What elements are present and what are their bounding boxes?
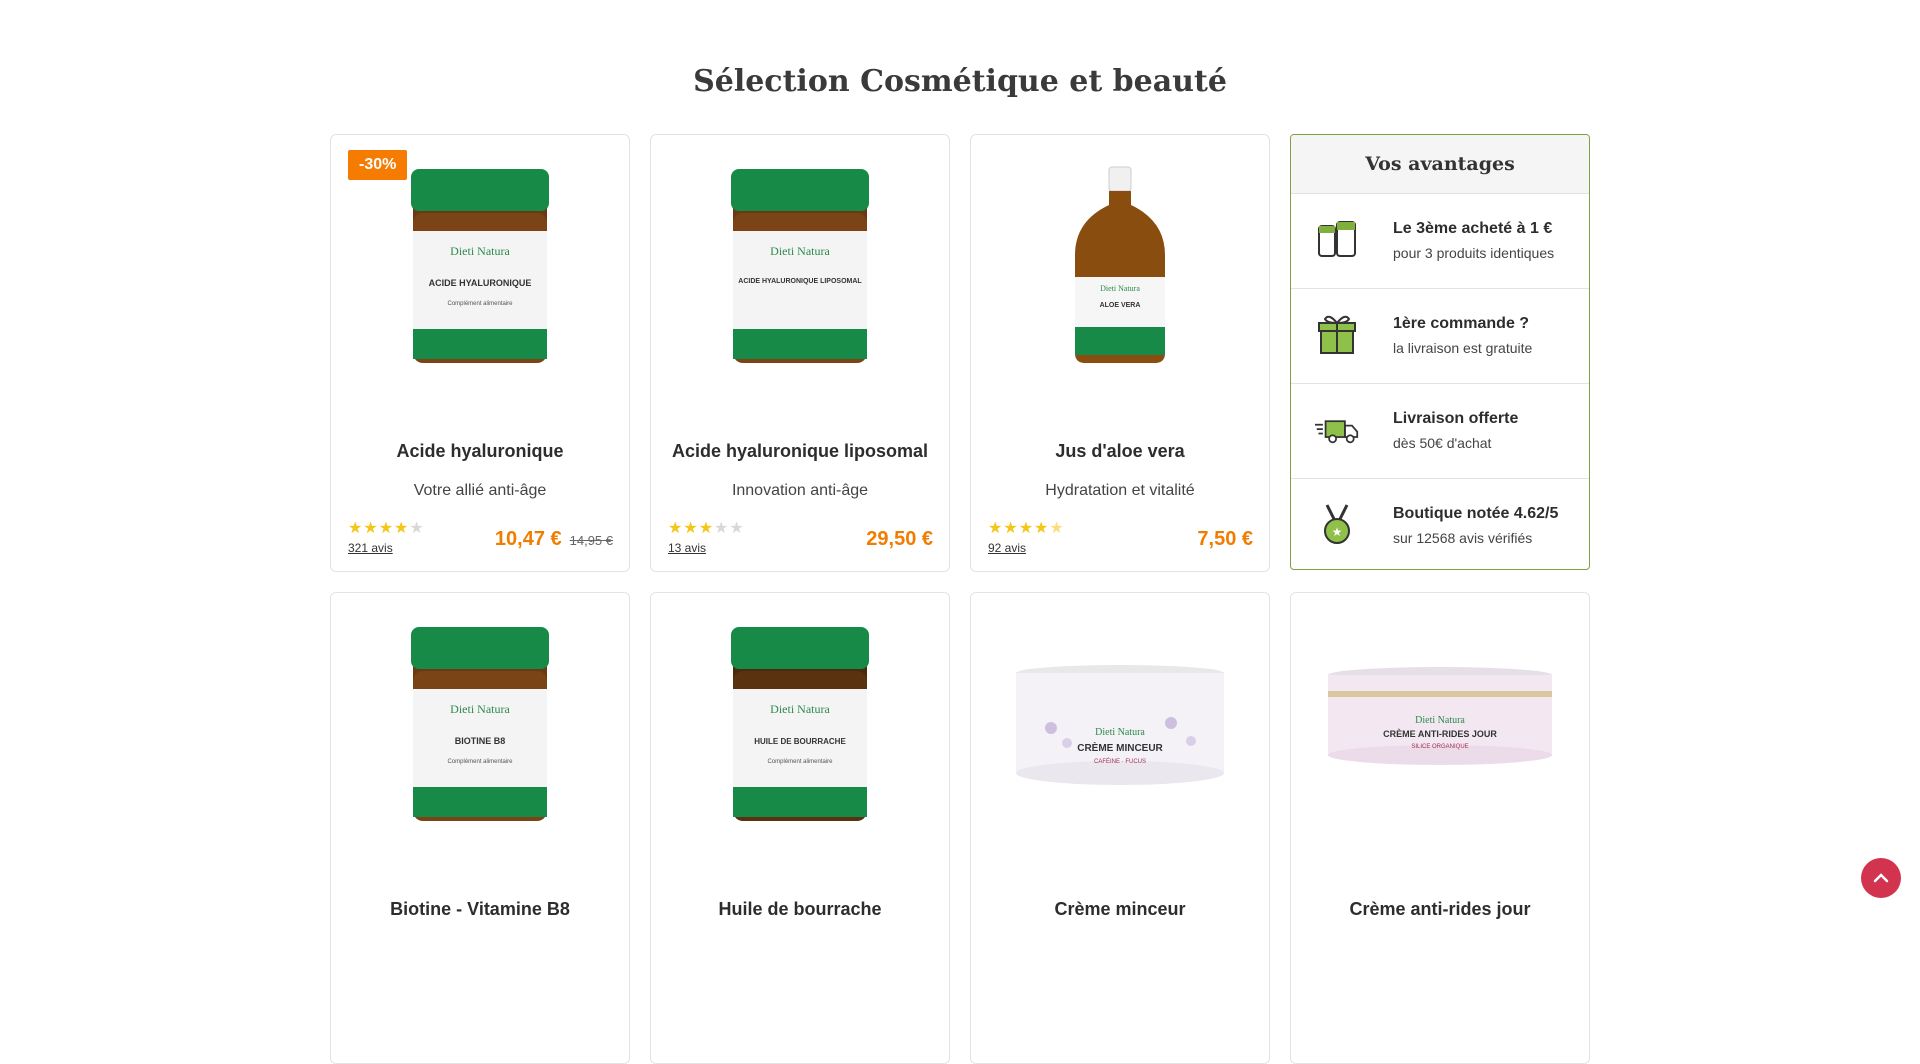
jars-icon (1318, 221, 1356, 257)
price: 7,50 € (1197, 528, 1253, 550)
product-card-huile-bourrache[interactable]: Dieti Natura HUILE DE BOURRACHE Compléme… (650, 592, 950, 1064)
advantage-desc: sur 12568 avis vérifiés (1393, 530, 1533, 546)
advantage-desc: pour 3 produits identiques (1393, 245, 1555, 261)
product-name[interactable]: Huile de bourrache (651, 899, 949, 920)
price-box: 29,50 € (866, 528, 933, 551)
old-price: 14,95 € (569, 533, 613, 548)
product-card-creme-minceur[interactable]: Dieti Natura CRÈME MINCEUR CAFÉINE · FUC… (970, 592, 1270, 1064)
reviews-link[interactable]: 92 avis (988, 541, 1026, 555)
advantage-title: Livraison offerte (1393, 410, 1519, 427)
rating-stars: ★★★★★ (348, 520, 425, 537)
reviews-link[interactable]: 321 avis (348, 541, 393, 555)
product-subtitle: Innovation anti-âge (731, 482, 869, 499)
gift-icon (1318, 315, 1356, 354)
price-box: 10,47 € 14,95 € (495, 528, 613, 551)
product-tagline: Complément alimentaire (447, 759, 513, 765)
product-card-acide-hyaluronique-liposomal[interactable]: Dieti Natura ACIDE HYALURONIQUE LIPOSOMA… (650, 134, 950, 572)
advantage-item: Livraison offerte dès 50€ d'achat (1291, 383, 1589, 478)
product-tagline: Complément alimentaire (447, 301, 513, 307)
brand-logo: Dieti Natura (1100, 284, 1140, 293)
product-name[interactable]: Crème minceur (971, 899, 1269, 920)
brand-logo: Dieti Natura (450, 702, 510, 716)
product-name[interactable]: Crème anti-rides jour (1291, 899, 1589, 920)
advantage-title: Le 3ème acheté à 1 € (1393, 220, 1553, 237)
product-label: CRÈME ANTI-RIDES JOUR (1383, 729, 1497, 739)
product-label: ALOE VERA (1100, 302, 1141, 309)
product-card-acide-hyaluronique[interactable]: Dieti Natura ACIDE HYALURONIQUE Compléme… (330, 134, 630, 572)
product-label: CRÈME MINCEUR (1077, 741, 1163, 754)
price-box: 7,50 € (1197, 528, 1253, 551)
advantages-panel: Vos avantages Le 3ème acheté à 1 € pour … (1290, 134, 1590, 570)
rating-stars: ★★★★★ (668, 520, 745, 537)
svg-text:★: ★ (1332, 525, 1343, 539)
product-tagline: Complément alimentaire (767, 759, 833, 765)
advantage-title: Boutique notée 4.62/5 (1393, 505, 1559, 522)
advantage-title: 1ère commande ? (1393, 315, 1530, 332)
brand-logo: Dieti Natura (770, 702, 830, 716)
product-image[interactable]: Dieti Natura CRÈME MINCEUR CAFÉINE · FUC… (971, 623, 1269, 823)
product-card-biotine[interactable]: Dieti Natura BIOTINE B8 Complément alime… (330, 592, 630, 1064)
product-subtitle: Hydratation et vitalité (1045, 482, 1195, 499)
product-image[interactable]: Dieti Natura HUILE DE BOURRACHE Compléme… (651, 623, 949, 823)
product-image[interactable]: Dieti Natura BIOTINE B8 Complément alime… (331, 623, 629, 823)
reviews-link[interactable]: 13 avis (668, 541, 706, 555)
brand-logo: Dieti Natura (770, 244, 830, 258)
brand-logo: Dieti Natura (450, 244, 510, 258)
product-label: BIOTINE B8 (455, 736, 506, 746)
product-subtitle: Votre allié anti-âge (413, 482, 547, 499)
advantages-title: Vos avantages (1291, 135, 1589, 193)
section-title: Sélection Cosmétique et beauté (693, 64, 1227, 99)
product-name[interactable]: Acide hyaluronique liposomal (651, 441, 949, 462)
rating-stars: ★★★★★ (988, 520, 1065, 537)
discount-badge: -30% (348, 150, 408, 180)
product-label: ACIDE HYALURONIQUE (429, 278, 532, 288)
product-name[interactable]: Acide hyaluronique (331, 441, 629, 462)
advantage-desc: la livraison est gratuite (1393, 340, 1533, 356)
advantage-desc: dès 50€ d'achat (1393, 435, 1492, 451)
advantage-item: 1ère commande ? la livraison est gratuit… (1291, 288, 1589, 383)
product-card-creme-anti-rides[interactable]: Dieti Natura CRÈME ANTI-RIDES JOUR SILIC… (1290, 592, 1590, 1064)
price: 10,47 € (494, 528, 562, 550)
scroll-to-top-button[interactable] (1861, 858, 1901, 898)
advantage-item: Le 3ème acheté à 1 € pour 3 produits ide… (1291, 193, 1589, 288)
product-image[interactable]: Dieti Natura ACIDE HYALURONIQUE LIPOSOMA… (651, 165, 949, 365)
price: 29,50 € (866, 528, 933, 550)
brand-logo: Dieti Natura (1415, 715, 1465, 726)
product-image[interactable]: Dieti Natura ACIDE HYALURONIQUE Compléme… (331, 165, 629, 365)
product-label-sub: SILICE ORGANIQUE (1411, 744, 1468, 750)
advantage-item: ★ Boutique notée 4.62/5 sur 12568 avis v… (1291, 478, 1589, 569)
product-name[interactable]: Biotine - Vitamine B8 (331, 899, 629, 920)
product-label: ACIDE HYALURONIQUE LIPOSOMAL (738, 278, 862, 285)
medal-icon: ★ (1324, 504, 1350, 544)
product-card-jus-aloe-vera[interactable]: Dieti Natura ALOE VERA Jus d'aloe vera H… (970, 134, 1270, 572)
product-image[interactable]: Dieti Natura ALOE VERA (971, 165, 1269, 365)
delivery-truck-icon (1315, 420, 1359, 444)
product-name[interactable]: Jus d'aloe vera (971, 441, 1269, 462)
product-label-sub: CAFÉINE · FUCUS (1094, 758, 1146, 765)
chevron-up-icon (1873, 873, 1889, 883)
product-image[interactable]: Dieti Natura CRÈME ANTI-RIDES JOUR SILIC… (1291, 623, 1589, 823)
product-label: HUILE DE BOURRACHE (754, 737, 846, 746)
brand-logo: Dieti Natura (1095, 727, 1145, 738)
product-grid: Dieti Natura ACIDE HYALURONIQUE Compléme… (330, 134, 1590, 1064)
